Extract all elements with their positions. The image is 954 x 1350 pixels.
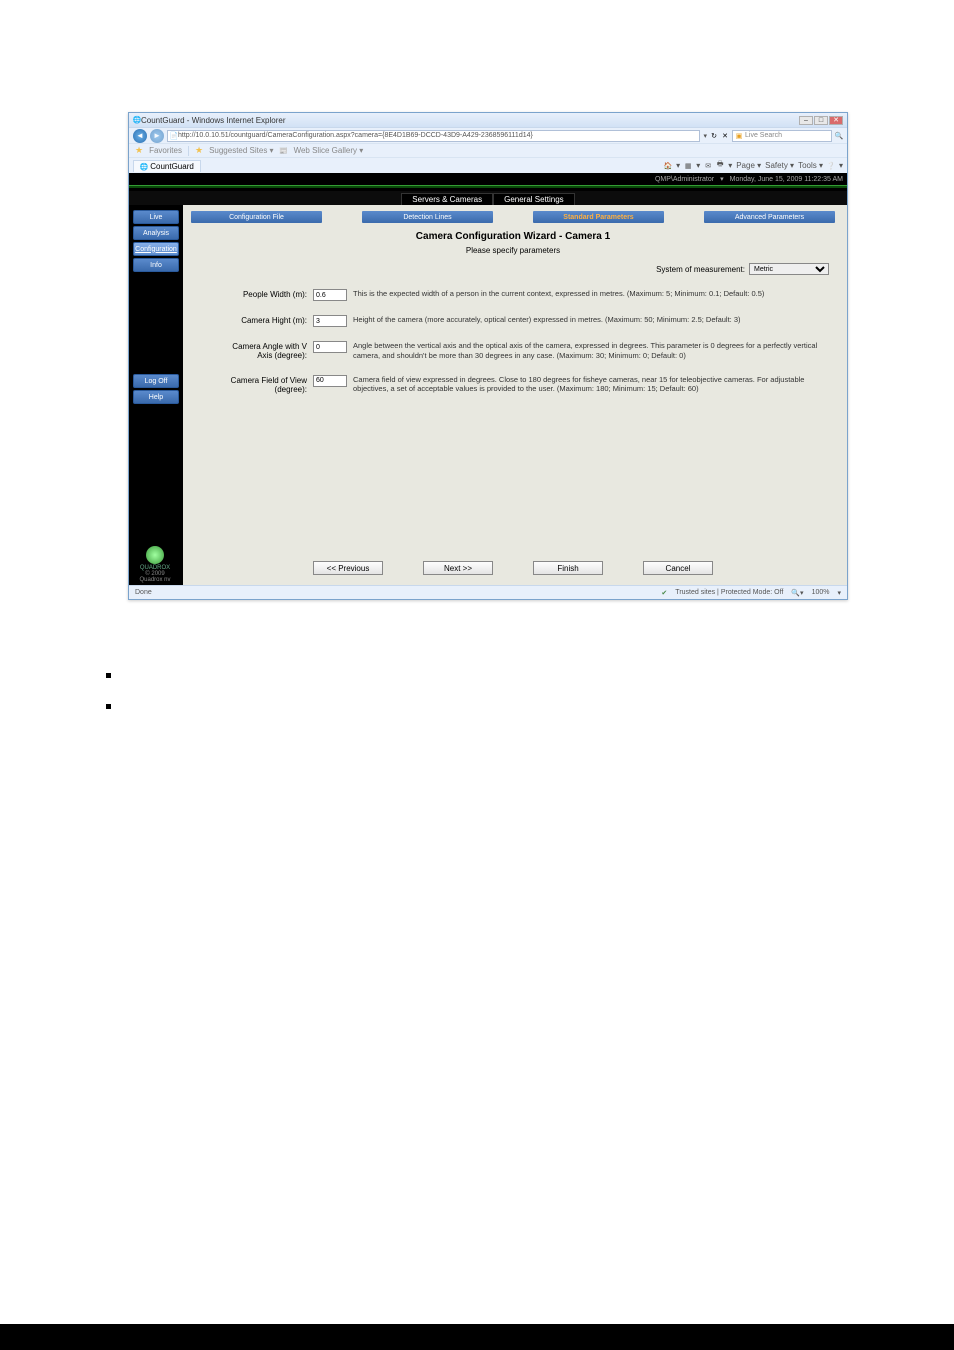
next-button[interactable]: Next >> bbox=[423, 561, 493, 575]
window-titlebar: 🌐 CountGuard - Windows Internet Explorer… bbox=[129, 113, 847, 127]
param-camera-height: Camera Hight (m): Height of the camera (… bbox=[187, 315, 839, 327]
param-desc: Height of the camera (more accurately, o… bbox=[353, 315, 839, 325]
stop-icon[interactable]: ✕ bbox=[721, 132, 729, 140]
param-label: Camera Field of View (degree): bbox=[217, 375, 307, 394]
forward-button[interactable]: ► bbox=[150, 129, 164, 143]
app-header-bar: QMP\Administrator ▾ Monday, June 15, 200… bbox=[129, 173, 847, 185]
param-desc: Angle between the vertical axis and the … bbox=[353, 341, 839, 361]
window-title: CountGuard - Windows Internet Explorer bbox=[141, 116, 286, 125]
star-icon: ★ bbox=[195, 145, 203, 156]
wizard-buttons: << Previous Next >> Finish Cancel bbox=[187, 555, 839, 577]
fav-link-gallery[interactable]: Web Slice Gallery ▾ bbox=[294, 146, 364, 155]
measurement-select[interactable]: Metric bbox=[749, 263, 829, 275]
maximize-button[interactable]: □ bbox=[814, 116, 828, 125]
param-label: Camera Hight (m): bbox=[217, 315, 307, 325]
status-done: Done bbox=[135, 589, 152, 596]
menu-safety[interactable]: Safety ▾ bbox=[765, 161, 794, 170]
tab-servers-cameras[interactable]: Servers & Cameras bbox=[401, 193, 493, 205]
back-button[interactable]: ◄ bbox=[133, 129, 147, 143]
refresh-icon[interactable]: ↻ bbox=[710, 132, 718, 140]
address-bar-row: ◄ ► 📄 http://10.0.10.51/countguard/Camer… bbox=[129, 127, 847, 143]
search-icon[interactable]: 🔍 bbox=[835, 132, 843, 140]
address-input[interactable]: 📄 http://10.0.10.51/countguard/CameraCon… bbox=[167, 130, 700, 142]
close-button[interactable]: ✕ bbox=[829, 116, 843, 125]
camera-fov-input[interactable] bbox=[313, 375, 347, 387]
document-bullets bbox=[106, 673, 111, 735]
app-icon: 🌐 bbox=[133, 116, 141, 124]
user-label: QMP\Administrator bbox=[655, 176, 714, 183]
param-desc: This is the expected width of a person i… bbox=[353, 289, 839, 299]
brand-logo: QUADROX © 2009 Quadrox nv bbox=[135, 546, 175, 583]
menu-page[interactable]: Page ▾ bbox=[736, 161, 761, 170]
sidebar-item-analysis[interactable]: Analysis bbox=[133, 226, 179, 240]
shield-icon: ✔ bbox=[661, 589, 667, 597]
status-zone: Trusted sites | Protected Mode: Off bbox=[675, 589, 783, 596]
browser-window: 🌐 CountGuard - Windows Internet Explorer… bbox=[128, 112, 848, 600]
page-footer-bar bbox=[0, 1324, 954, 1350]
page-icon: 📄 bbox=[170, 132, 178, 140]
param-camera-angle: Camera Angle with V Axis (degree): Angle… bbox=[187, 341, 839, 361]
browser-tab[interactable]: 🌐 CountGuard bbox=[133, 160, 201, 172]
feed-icon[interactable]: ▦ bbox=[684, 162, 692, 170]
previous-button[interactable]: << Previous bbox=[313, 561, 383, 575]
param-label: Camera Angle with V Axis (degree): bbox=[217, 341, 307, 360]
help-icon[interactable]: ❔ bbox=[827, 162, 835, 170]
step-detection-lines[interactable]: Detection Lines bbox=[362, 211, 493, 223]
wizard-steps: Configuration File Detection Lines Stand… bbox=[187, 209, 839, 225]
step-config-file[interactable]: Configuration File bbox=[191, 211, 322, 223]
status-bar: Done ✔ Trusted sites | Protected Mode: O… bbox=[129, 585, 847, 599]
datetime-label: Monday, June 15, 2009 11:22:35 AM bbox=[730, 176, 843, 183]
tab-favicon: 🌐 bbox=[140, 163, 148, 171]
zoom-icon[interactable]: 🔍▾ bbox=[791, 589, 803, 597]
sidebar-item-help[interactable]: Help bbox=[133, 390, 179, 404]
app-tabs: Servers & Cameras General Settings bbox=[129, 191, 847, 205]
wizard-title: Camera Configuration Wizard - Camera 1 bbox=[187, 231, 839, 242]
camera-height-input[interactable] bbox=[313, 315, 347, 327]
finish-button[interactable]: Finish bbox=[533, 561, 603, 575]
cancel-button[interactable]: Cancel bbox=[643, 561, 713, 575]
search-provider-icon: ▣ bbox=[735, 132, 743, 140]
zoom-level: 100% bbox=[812, 589, 830, 596]
sidebar: Live Analysis Configuration Info Log Off… bbox=[129, 205, 183, 585]
fav-link-suggested[interactable]: Suggested Sites ▾ bbox=[209, 146, 274, 155]
measurement-label: System of measurement: bbox=[656, 265, 745, 274]
tab-general-settings[interactable]: General Settings bbox=[493, 193, 575, 205]
param-label: People Width (m): bbox=[217, 289, 307, 299]
param-desc: Camera field of view expressed in degree… bbox=[353, 375, 839, 395]
sidebar-item-info[interactable]: Info bbox=[133, 258, 179, 272]
search-input[interactable]: ▣ Live Search bbox=[732, 130, 832, 142]
print-icon[interactable]: 🖶 bbox=[716, 162, 724, 170]
step-standard-params[interactable]: Standard Parameters bbox=[533, 211, 664, 223]
favorites-star-icon[interactable]: ★ bbox=[135, 145, 143, 156]
step-advanced-params[interactable]: Advanced Parameters bbox=[704, 211, 835, 223]
measurement-row: System of measurement: Metric bbox=[187, 263, 839, 275]
home-icon[interactable]: 🏠 bbox=[664, 162, 672, 170]
sidebar-item-configuration[interactable]: Configuration bbox=[133, 242, 179, 256]
favorites-label: Favorites bbox=[149, 146, 182, 155]
menu-tools[interactable]: Tools ▾ bbox=[798, 161, 823, 170]
camera-angle-input[interactable] bbox=[313, 341, 347, 353]
mail-icon[interactable]: ✉ bbox=[704, 162, 712, 170]
bullet-icon bbox=[106, 704, 111, 709]
sidebar-item-logoff[interactable]: Log Off bbox=[133, 374, 179, 388]
param-camera-fov: Camera Field of View (degree): Camera fi… bbox=[187, 375, 839, 395]
favorites-bar: ★ Favorites ★ Suggested Sites ▾ 📰 Web Sl… bbox=[129, 143, 847, 157]
tab-bar: 🌐 CountGuard 🏠▾ ▦▾ ✉ 🖶▾ Page ▾ Safety ▾ … bbox=[129, 157, 847, 173]
wizard-subtitle: Please specify parameters bbox=[187, 246, 839, 255]
wizard-panel: Configuration File Detection Lines Stand… bbox=[183, 205, 847, 585]
minimize-button[interactable]: – bbox=[799, 116, 813, 125]
sidebar-item-live[interactable]: Live bbox=[133, 210, 179, 224]
slice-icon: 📰 bbox=[280, 147, 288, 155]
bullet-icon bbox=[106, 673, 111, 678]
content-area: Live Analysis Configuration Info Log Off… bbox=[129, 205, 847, 585]
people-width-input[interactable] bbox=[313, 289, 347, 301]
param-people-width: People Width (m): This is the expected w… bbox=[187, 289, 839, 301]
